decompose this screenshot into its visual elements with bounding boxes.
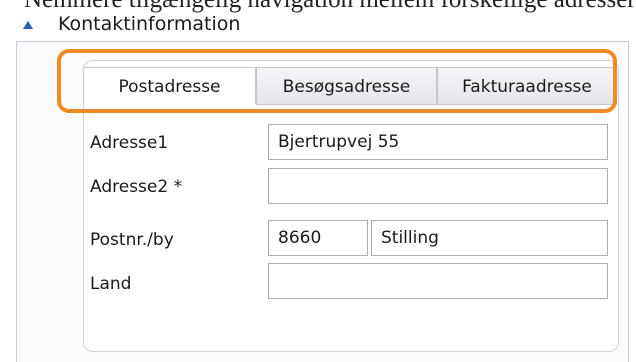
tab-besoegsadresse[interactable]: Besøgsadresse (256, 67, 437, 105)
tab-postadresse[interactable]: Postadresse (83, 67, 256, 105)
section-title: Kontaktinformation (58, 13, 241, 35)
address2-label: Adresse2 * (90, 177, 183, 197)
address2-field[interactable] (268, 168, 608, 204)
postal-city-label: Postnr./by (90, 230, 174, 250)
address1-field[interactable]: Bjertrupvej 55 (268, 124, 608, 160)
tab-fakturaadresse[interactable]: Fakturaadresse (437, 67, 617, 105)
city-field[interactable]: Stilling (371, 220, 608, 256)
country-field[interactable] (268, 263, 608, 299)
address-tabs: Postadresse Besøgsadresse Fakturaadresse (83, 67, 617, 105)
address1-label: Adresse1 (90, 133, 169, 153)
country-label: Land (90, 274, 132, 294)
postal-code-field[interactable]: 8660 (268, 220, 368, 256)
collapse-triangle-icon[interactable] (23, 21, 33, 29)
